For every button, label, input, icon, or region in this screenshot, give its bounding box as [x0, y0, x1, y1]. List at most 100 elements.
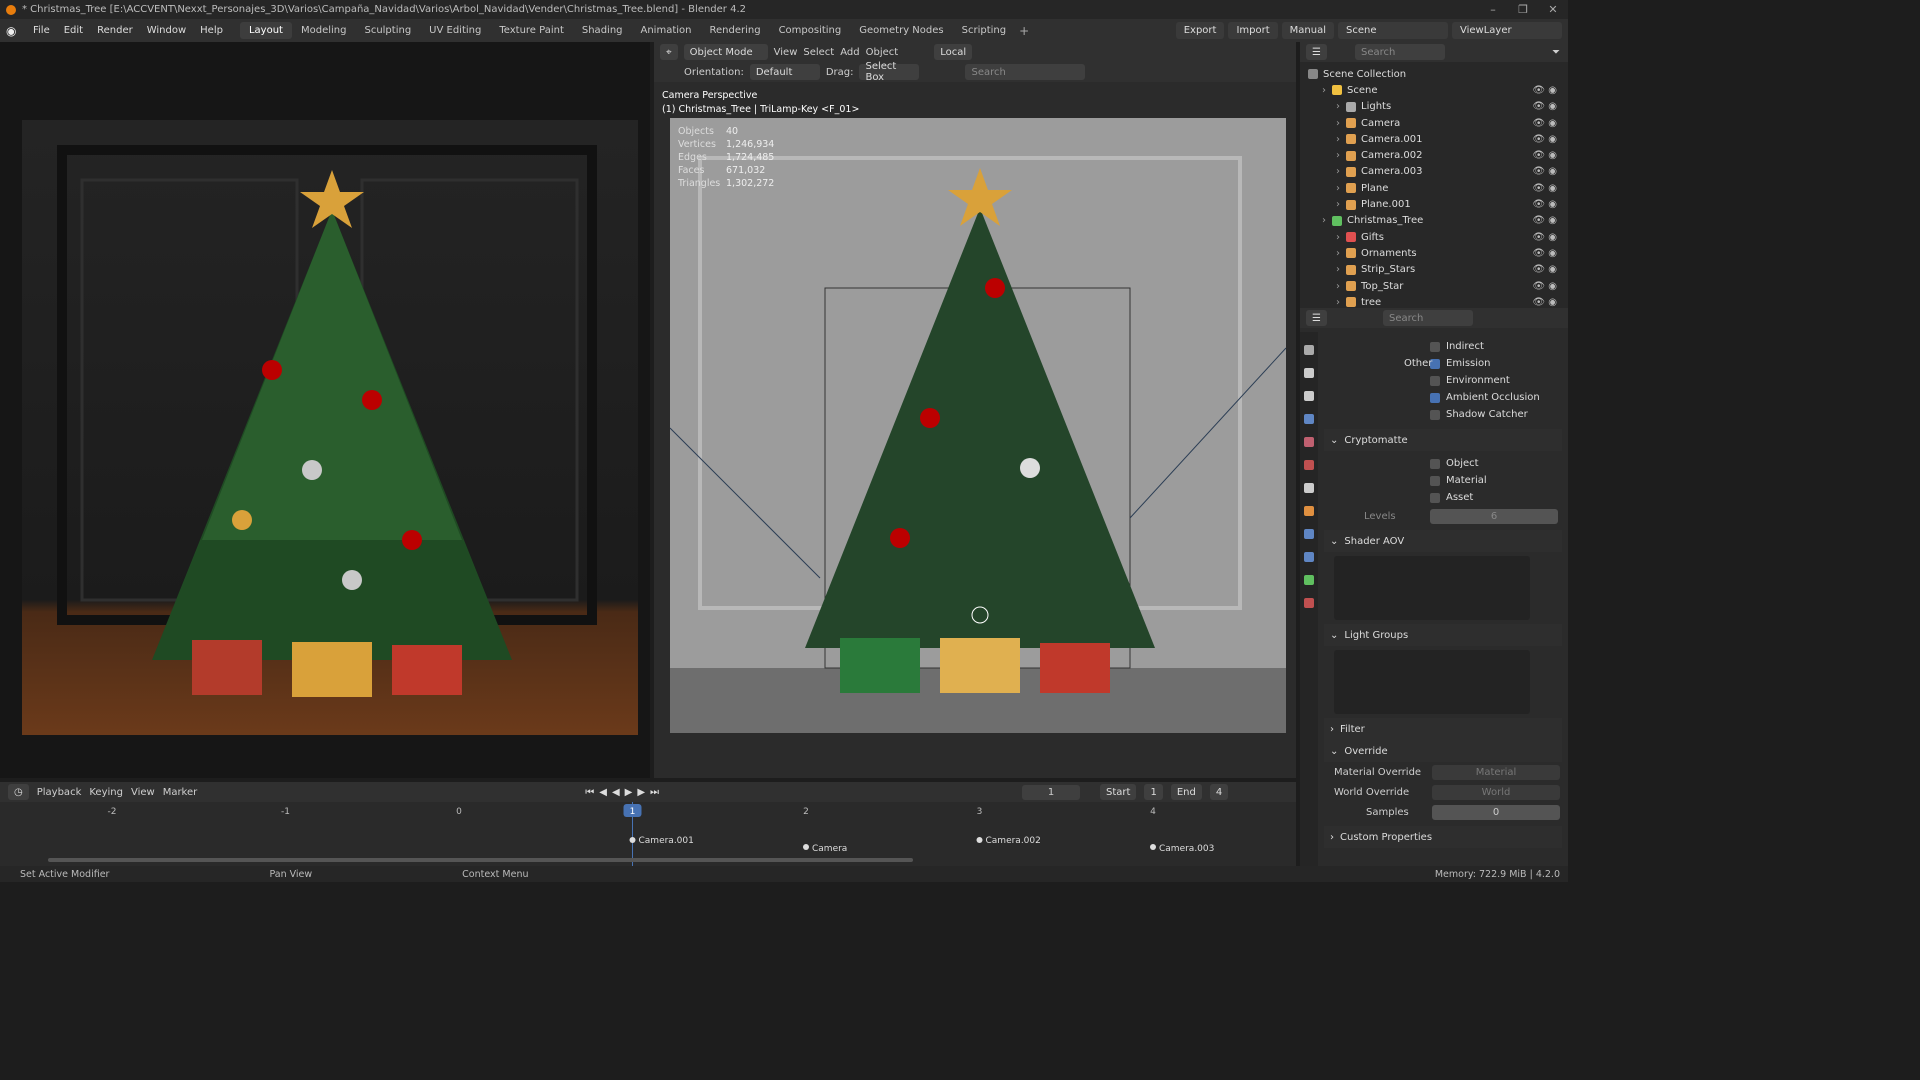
- tab-rendering[interactable]: Rendering: [700, 22, 769, 39]
- playback-menu[interactable]: Playback: [37, 787, 82, 798]
- view-menu[interactable]: View: [774, 47, 798, 58]
- levels-field[interactable]: 6: [1430, 508, 1558, 524]
- outliner-item[interactable]: › Ornaments 👁 ◉: [1308, 245, 1563, 261]
- modifier-tab-icon[interactable]: [1304, 529, 1314, 539]
- add-workspace-icon[interactable]: +: [1019, 24, 1029, 38]
- outliner-item[interactable]: › Camera 👁 ◉: [1308, 115, 1563, 131]
- checkbox[interactable]: [1430, 492, 1440, 503]
- expand-arrow-icon[interactable]: ›: [1336, 118, 1340, 129]
- expand-arrow-icon[interactable]: ›: [1336, 166, 1340, 177]
- physics-tab-icon[interactable]: [1304, 552, 1314, 562]
- visibility-toggles[interactable]: 👁 ◉: [1532, 85, 1557, 96]
- checkbox[interactable]: [1430, 475, 1440, 486]
- mode-selector[interactable]: Object Mode: [683, 44, 768, 60]
- visibility-toggles[interactable]: 👁 ◉: [1532, 264, 1557, 275]
- tab-uv-editing[interactable]: UV Editing: [420, 22, 490, 39]
- checkbox[interactable]: [1430, 392, 1440, 403]
- crypto-material[interactable]: Material: [1324, 472, 1562, 489]
- expand-arrow-icon[interactable]: ›: [1336, 150, 1340, 161]
- light-groups-list[interactable]: [1334, 650, 1530, 714]
- tab-shading[interactable]: Shading: [573, 22, 632, 39]
- expand-arrow-icon[interactable]: ›: [1336, 297, 1340, 308]
- 3d-viewport[interactable]: ⌖ Object Mode View Select Add Object Loc…: [654, 42, 1296, 778]
- editor-type-button[interactable]: ⌖: [660, 44, 678, 60]
- editor-type-button[interactable]: ☰: [1306, 310, 1327, 326]
- filter-panel[interactable]: › Filter: [1324, 718, 1562, 740]
- orientation-selector[interactable]: Default: [749, 64, 820, 80]
- outliner-item[interactable]: › Plane.001 👁 ◉: [1308, 196, 1563, 212]
- select-menu[interactable]: Select: [803, 47, 834, 58]
- maximize-icon[interactable]: ❐: [1508, 0, 1538, 19]
- minimize-icon[interactable]: –: [1478, 0, 1508, 19]
- material-tab-icon[interactable]: [1304, 598, 1314, 608]
- marker-icon[interactable]: [1150, 844, 1156, 850]
- collection-tab-icon[interactable]: [1304, 483, 1314, 493]
- visibility-toggles[interactable]: 👁 ◉: [1532, 134, 1557, 145]
- menu-file[interactable]: File: [26, 25, 57, 36]
- tab-geometry-nodes[interactable]: Geometry Nodes: [850, 22, 952, 39]
- tab-modeling[interactable]: Modeling: [292, 22, 356, 39]
- menu-edit[interactable]: Edit: [57, 25, 90, 36]
- menu-render[interactable]: Render: [90, 25, 140, 36]
- expand-arrow-icon[interactable]: ›: [1336, 101, 1340, 112]
- outliner-search-input[interactable]: Search: [1354, 44, 1445, 60]
- shader-aov-panel[interactable]: ⌄ Shader AOV: [1324, 530, 1562, 552]
- menu-help[interactable]: Help: [193, 25, 230, 36]
- outliner-item[interactable]: › Plane 👁 ◉: [1308, 180, 1563, 196]
- visibility-toggles[interactable]: 👁 ◉: [1532, 215, 1557, 226]
- world-tab-icon[interactable]: [1304, 460, 1314, 470]
- visibility-toggles[interactable]: 👁 ◉: [1532, 118, 1557, 129]
- tab-scripting[interactable]: Scripting: [953, 22, 1015, 39]
- render-preview-editor[interactable]: [0, 42, 650, 778]
- marker-menu[interactable]: Marker: [163, 787, 198, 798]
- scene-tab-icon[interactable]: [1304, 437, 1314, 447]
- visibility-toggles[interactable]: 👁 ◉: [1532, 150, 1557, 161]
- data-tab-icon[interactable]: [1304, 575, 1314, 585]
- visibility-toggles[interactable]: 👁 ◉: [1532, 281, 1557, 292]
- current-frame-field[interactable]: 1: [1022, 784, 1081, 800]
- pass-shadow-catcher[interactable]: Shadow Catcher: [1324, 406, 1562, 423]
- crypto-asset[interactable]: Asset: [1324, 489, 1562, 506]
- marker-icon[interactable]: [629, 837, 636, 843]
- viewport-search-input[interactable]: Search: [965, 64, 1086, 80]
- view-menu[interactable]: View: [131, 787, 155, 798]
- outliner-item[interactable]: › Top_Star 👁 ◉: [1308, 278, 1563, 294]
- expand-arrow-icon[interactable]: ›: [1336, 248, 1340, 259]
- drag-selector[interactable]: Select Box: [859, 61, 920, 83]
- visibility-toggles[interactable]: 👁 ◉: [1532, 297, 1557, 308]
- custom-properties-panel[interactable]: › Custom Properties: [1324, 826, 1562, 848]
- outliner-item[interactable]: › Christmas_Tree 👁 ◉: [1308, 213, 1563, 229]
- outliner-item[interactable]: › Camera.001 👁 ◉: [1308, 131, 1563, 147]
- pass-environment[interactable]: Environment: [1324, 372, 1562, 389]
- filter-icon[interactable]: ⏷: [1552, 47, 1560, 58]
- tab-texture-paint[interactable]: Texture Paint: [490, 22, 573, 39]
- tab-sculpting[interactable]: Sculpting: [355, 22, 420, 39]
- pass-ambient-occlusion[interactable]: Ambient Occlusion: [1324, 389, 1562, 406]
- outliner-item[interactable]: › Gifts 👁 ◉: [1308, 229, 1563, 245]
- expand-arrow-icon[interactable]: ›: [1336, 264, 1340, 275]
- view-layer-tab-icon[interactable]: [1304, 414, 1314, 424]
- checkbox[interactable]: [1430, 409, 1440, 420]
- override-panel[interactable]: ⌄ Override: [1324, 740, 1562, 762]
- outliner-item[interactable]: › Camera.002 👁 ◉: [1308, 147, 1563, 163]
- menu-window[interactable]: Window: [140, 25, 193, 36]
- editor-type-button[interactable]: ◷: [8, 784, 29, 800]
- close-icon[interactable]: ✕: [1538, 0, 1568, 19]
- transform-pivot-selector[interactable]: Local: [934, 44, 973, 60]
- expand-arrow-icon[interactable]: ›: [1336, 199, 1340, 210]
- timeline-track[interactable]: -2-1012341Camera.001CameraCamera.002Came…: [0, 802, 1296, 866]
- add-menu[interactable]: Add: [840, 47, 859, 58]
- tool-tab-icon[interactable]: [1304, 345, 1314, 355]
- timeline-editor[interactable]: ◷ Playback Keying View Marker ⏮◀◀▶▶⏭ 1 S…: [0, 782, 1296, 866]
- end-frame-field[interactable]: 4: [1209, 784, 1229, 800]
- outliner-item[interactable]: › Scene 👁 ◉: [1308, 82, 1563, 98]
- cryptomatte-panel[interactable]: ⌄ Cryptomatte: [1324, 429, 1562, 451]
- timeline-scrollbar[interactable]: [48, 858, 913, 862]
- outliner-item[interactable]: › Strip_Stars 👁 ◉: [1308, 262, 1563, 278]
- marker-icon[interactable]: [976, 837, 983, 843]
- visibility-toggles[interactable]: 👁 ◉: [1532, 166, 1557, 177]
- expand-arrow-icon[interactable]: ›: [1336, 183, 1340, 194]
- tab-compositing[interactable]: Compositing: [770, 22, 851, 39]
- output-tab-icon[interactable]: [1304, 391, 1314, 401]
- shader-aov-list[interactable]: [1334, 556, 1530, 620]
